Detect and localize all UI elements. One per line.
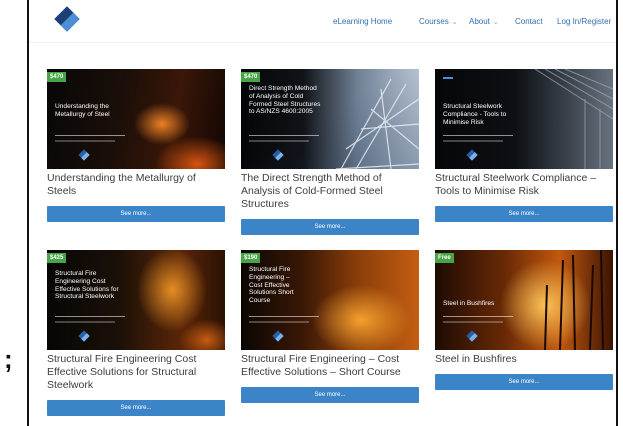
site-logo-icon[interactable] xyxy=(54,6,80,32)
see-more-button[interactable]: See more... xyxy=(47,400,225,416)
nav-label: Log In/Register xyxy=(557,17,612,26)
course-card[interactable]: $470 Understanding the Metallurgy of Ste… xyxy=(47,69,225,232)
course-image[interactable]: Structural Steelwork Compliance - Tools … xyxy=(435,69,613,169)
price-badge: $425 xyxy=(47,253,67,263)
screen-frame-left xyxy=(27,0,29,426)
nav-label: Contact xyxy=(515,17,543,26)
course-card[interactable]: $190 Structural Fire Engineering – Cost … xyxy=(241,250,419,413)
course-title[interactable]: Steel in Bushfires xyxy=(435,353,613,366)
see-more-button[interactable]: See more... xyxy=(241,387,419,403)
course-card[interactable]: Free Steel in Bushfires Steel in Bushfir… xyxy=(435,250,613,413)
course-image[interactable]: $425 Structural Fire Engineering Cost Ef… xyxy=(47,250,225,350)
course-image[interactable]: $190 Structural Fire Engineering – Cost … xyxy=(241,250,419,350)
nav-label: Courses xyxy=(419,17,449,26)
see-more-button[interactable]: See more... xyxy=(435,206,613,222)
course-title[interactable]: Structural Steelwork Compliance – Tools … xyxy=(435,172,613,198)
image-subtext xyxy=(55,140,115,142)
nav-label: About xyxy=(469,17,490,26)
see-more-button[interactable]: See more... xyxy=(47,206,225,222)
image-title-text: Structural Fire Engineering – Cost Effec… xyxy=(249,266,294,305)
course-title[interactable]: Understanding the Metallurgy of Steels xyxy=(47,172,225,198)
image-divider xyxy=(55,135,125,136)
nav-login-register[interactable]: Log In/Register xyxy=(557,17,611,26)
course-card[interactable]: Structural Steelwork Compliance - Tools … xyxy=(435,69,613,232)
image-title-text: Structural Fire Engineering Cost Effecti… xyxy=(55,270,119,301)
course-title[interactable]: Structural Fire Engineering – Cost Effec… xyxy=(241,353,419,379)
steel-frame-illustration xyxy=(335,78,419,169)
image-subtext xyxy=(249,321,309,323)
price-badge: $190 xyxy=(241,253,261,263)
see-more-button[interactable]: See more... xyxy=(435,374,613,390)
image-subtext xyxy=(55,321,115,323)
burnt-trees-illustration xyxy=(544,250,604,350)
nav-courses[interactable]: Courses ⌄ xyxy=(419,17,458,26)
site-header: eLearning Home Courses ⌄ About ⌄ Contact L… xyxy=(29,0,616,43)
course-card[interactable]: $425 Structural Fire Engineering Cost Ef… xyxy=(47,250,225,416)
nav-elearning-home[interactable]: eLearning Home xyxy=(333,17,392,26)
brand-logo-icon xyxy=(272,330,284,342)
steel-roof-illustration xyxy=(534,69,613,169)
brand-logo-icon xyxy=(78,149,90,161)
see-more-button[interactable]: See more... xyxy=(241,219,419,235)
image-divider xyxy=(249,316,319,317)
course-image[interactable]: $470 Direct Strength Method of Analysis … xyxy=(241,69,419,169)
brand-logo-icon xyxy=(78,330,90,342)
price-badge: $470 xyxy=(47,72,67,82)
course-title[interactable]: Structural Fire Engineering Cost Effecti… xyxy=(47,353,225,392)
course-card[interactable]: $470 Direct Strength Method of Analysis … xyxy=(241,69,419,235)
image-title-text: Understanding the Metallurgy of Steel xyxy=(55,103,110,118)
nav-contact[interactable]: Contact xyxy=(515,17,543,26)
stray-punctuation-mark: ; xyxy=(4,344,13,374)
course-title[interactable]: The Direct Strength Method of Analysis o… xyxy=(241,172,419,211)
nav-about[interactable]: About ⌄ xyxy=(469,17,499,26)
nav-label: eLearning Home xyxy=(333,17,393,26)
screen-frame-right xyxy=(616,0,618,426)
course-image[interactable]: Free Steel in Bushfires xyxy=(435,250,613,350)
chevron-down-icon: ⌄ xyxy=(451,19,458,26)
image-divider xyxy=(55,316,125,317)
course-image[interactable]: $470 Understanding the Metallurgy of Ste… xyxy=(47,69,225,169)
chevron-down-icon: ⌄ xyxy=(492,19,499,26)
